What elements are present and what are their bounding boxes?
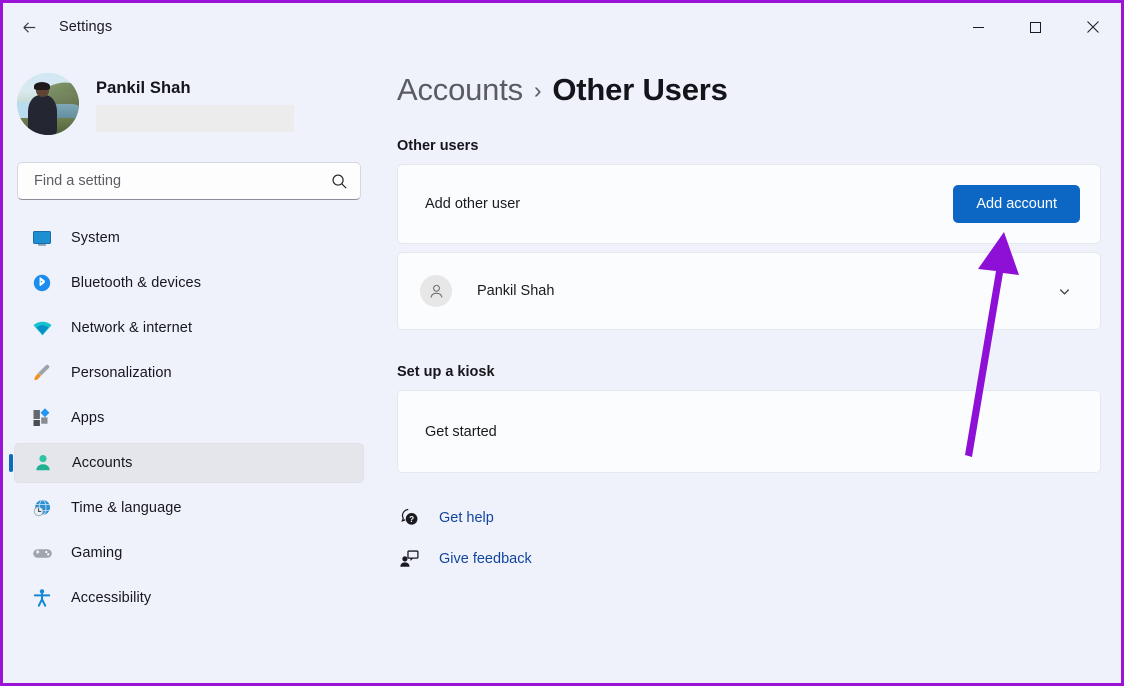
chevron-down-icon[interactable] — [1051, 278, 1078, 305]
sidebar-item-network-internet[interactable]: Network & internet — [14, 308, 364, 348]
person-avatar-icon — [420, 275, 452, 307]
sidebar-item-label: Personalization — [71, 365, 172, 381]
sidebar-item-gaming[interactable]: Gaming — [14, 533, 364, 573]
search-box[interactable] — [17, 162, 361, 200]
sidebar-item-system[interactable]: System — [14, 218, 364, 258]
avatar — [17, 73, 79, 135]
wifi-icon — [31, 317, 53, 339]
main-content: Accounts › Other Users Other users Add o… — [375, 51, 1121, 686]
user-row[interactable]: Pankil Shah — [397, 252, 1101, 330]
sidebar-item-accounts[interactable]: Accounts — [14, 443, 364, 483]
window-controls — [950, 5, 1121, 50]
search-icon — [331, 173, 348, 190]
close-button[interactable] — [1064, 5, 1121, 50]
profile-card[interactable]: Pankil Shah — [3, 51, 375, 143]
monitor-icon — [31, 227, 53, 249]
clock-globe-icon — [31, 497, 53, 519]
profile-name: Pankil Shah — [96, 79, 294, 98]
person-icon — [32, 452, 54, 474]
help-question-icon: ? — [397, 506, 421, 530]
kiosk-heading: Set up a kiosk — [397, 364, 1121, 380]
minimize-button[interactable] — [950, 5, 1007, 50]
paintbrush-icon — [31, 362, 53, 384]
get-help-link[interactable]: ? Get help — [397, 502, 494, 533]
sidebar-item-time-language[interactable]: Time & language — [14, 488, 364, 528]
minimize-icon — [973, 22, 984, 33]
bluetooth-icon — [31, 272, 53, 294]
sidebar-item-bluetooth-devices[interactable]: Bluetooth & devices — [14, 263, 364, 303]
add-other-user-label: Add other user — [425, 196, 520, 212]
get-help-label: Get help — [439, 510, 494, 526]
settings-window: Settings — [0, 0, 1124, 686]
sidebar: Pankil Shah — [3, 51, 375, 686]
give-feedback-link[interactable]: Give feedback — [397, 543, 532, 574]
window-title: Settings — [59, 19, 112, 35]
sidebar-item-label: Apps — [71, 410, 104, 426]
other-users-heading: Other users — [397, 138, 1121, 154]
kiosk-get-started-label: Get started — [425, 424, 497, 440]
gamepad-icon — [31, 542, 53, 564]
breadcrumb-parent[interactable]: Accounts — [397, 72, 523, 108]
maximize-icon — [1030, 22, 1041, 33]
arrow-left-icon — [20, 18, 39, 37]
sidebar-item-apps[interactable]: Apps — [14, 398, 364, 438]
svg-text:?: ? — [409, 515, 414, 524]
page-title: Other Users — [552, 72, 727, 108]
profile-email-redacted — [96, 105, 294, 132]
accessibility-icon — [31, 587, 53, 609]
back-button[interactable] — [10, 11, 48, 43]
breadcrumb: Accounts › Other Users — [397, 72, 1121, 108]
sidebar-item-accessibility[interactable]: Accessibility — [14, 578, 364, 618]
give-feedback-label: Give feedback — [439, 551, 532, 567]
sidebar-item-label: Network & internet — [71, 320, 192, 336]
help-links: ? Get help Give feedback — [397, 502, 1121, 574]
close-icon — [1087, 21, 1099, 33]
sidebar-item-label: Accessibility — [71, 590, 151, 606]
apps-icon — [31, 407, 53, 429]
add-account-button[interactable]: Add account — [953, 185, 1080, 223]
sidebar-item-label: Gaming — [71, 545, 122, 561]
title-bar: Settings — [3, 3, 1121, 51]
search-input[interactable] — [34, 173, 331, 189]
add-other-user-card: Add other user Add account — [397, 164, 1101, 244]
user-row-name: Pankil Shah — [477, 283, 554, 299]
breadcrumb-separator: › — [534, 77, 541, 104]
sidebar-item-label: System — [71, 230, 120, 246]
sidebar-item-label: Accounts — [72, 455, 132, 471]
sidebar-item-label: Bluetooth & devices — [71, 275, 201, 291]
feedback-person-icon — [397, 547, 421, 571]
maximize-button[interactable] — [1007, 5, 1064, 50]
sidebar-nav: System Bluetooth & devices — [3, 218, 375, 618]
sidebar-item-personalization[interactable]: Personalization — [14, 353, 364, 393]
sidebar-item-label: Time & language — [71, 500, 182, 516]
kiosk-card[interactable]: Get started — [397, 390, 1101, 473]
